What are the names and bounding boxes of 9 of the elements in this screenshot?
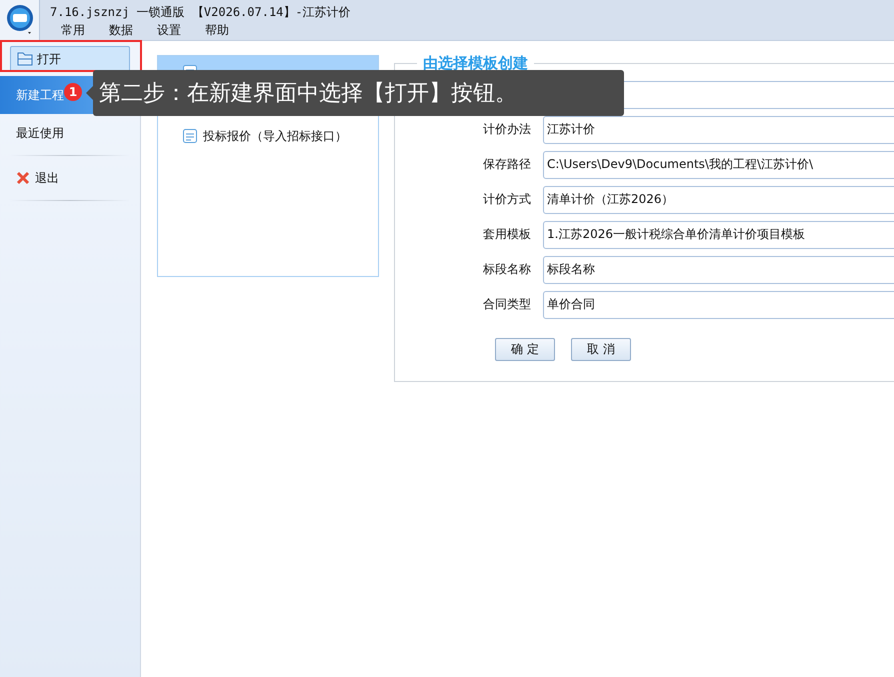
field-label: 标段名称 (482, 261, 531, 278)
window-title: 7.16.jsznzj 一锁通版 【V2026.07.14】-江苏计价 (50, 4, 351, 21)
field-label: 计价方式 (482, 191, 531, 208)
field-label: 保存路径 (482, 156, 531, 173)
field-label: 计价办法 (482, 121, 531, 138)
field-label: 合同类型 (482, 296, 531, 313)
field-label: 套用模板 (482, 226, 531, 243)
option-label: 投标报价（导入招标接口） (203, 128, 347, 144)
form-legend: 由选择模板创建 (417, 55, 534, 71)
